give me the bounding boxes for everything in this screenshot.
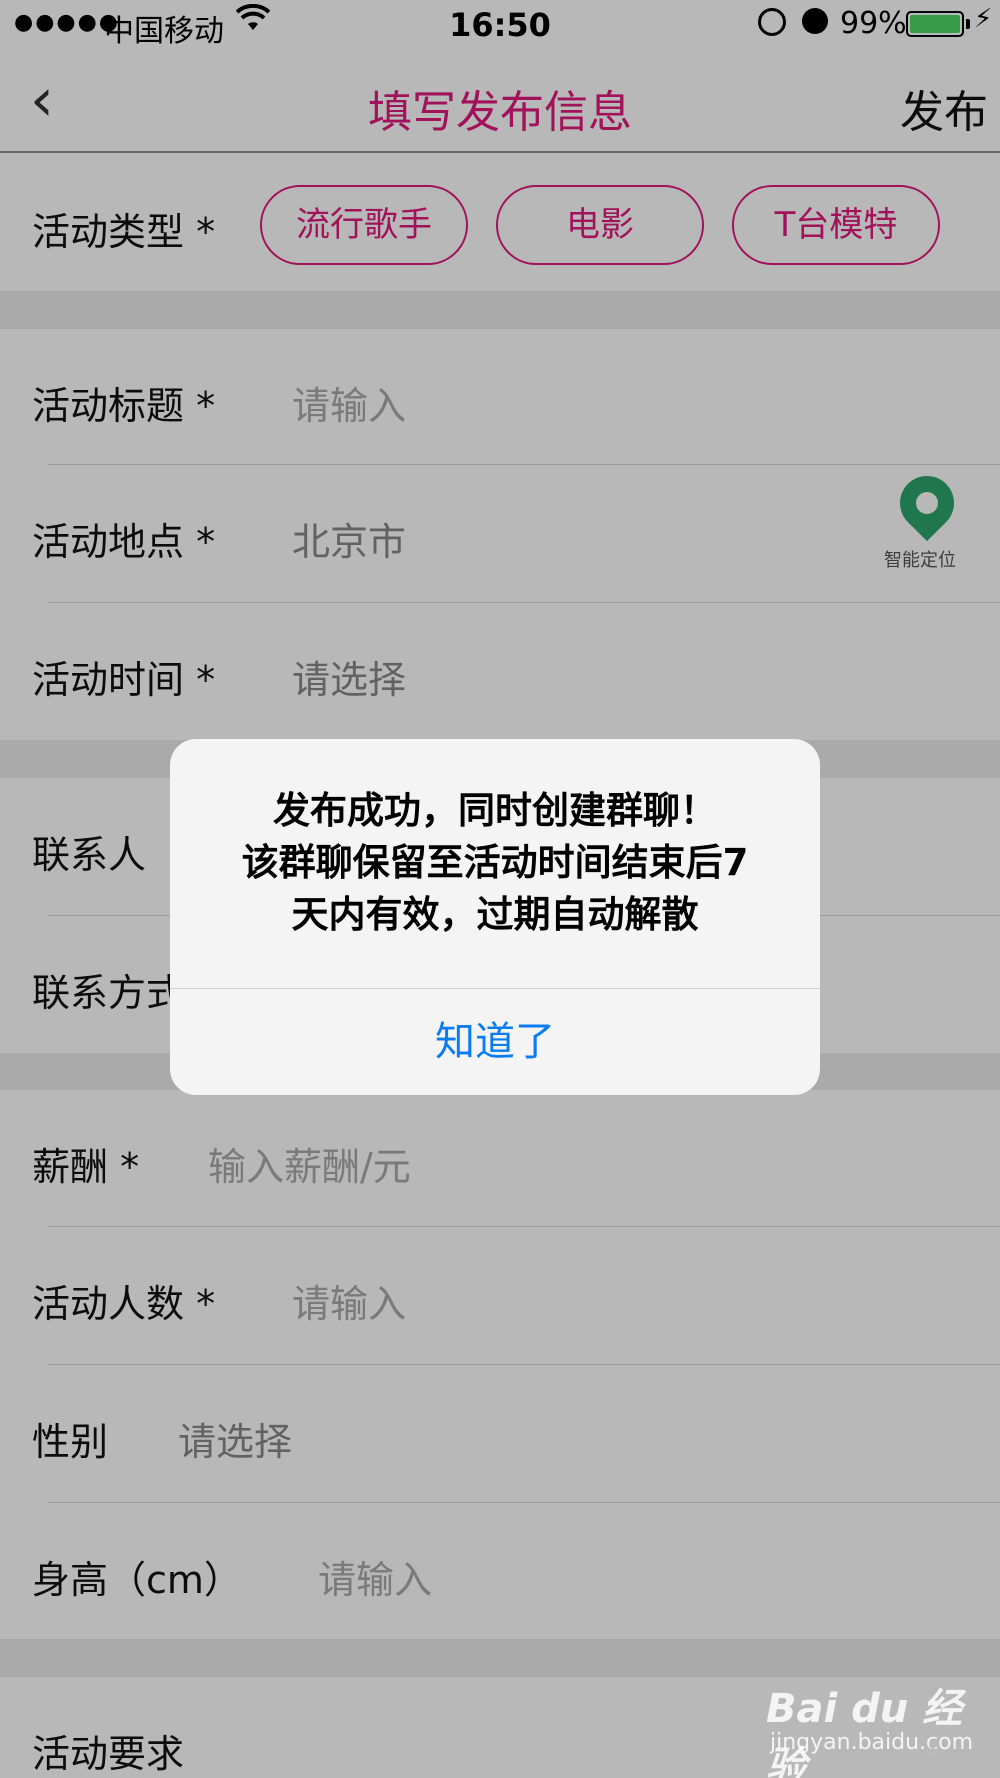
baidu-jingyan-watermark: Bai du 经验 jingyan.baidu.com › bbox=[766, 1676, 996, 1778]
watermark-site: jingyan.baidu.com bbox=[770, 1730, 974, 1755]
chevron-right-icon: › bbox=[926, 1730, 940, 1770]
watermark-logo: Bai du 经验 bbox=[766, 1686, 963, 1778]
success-alert-dialog: 发布成功，同时创建群聊！ 该群聊保留至活动时间结束后7 天内有效，过期自动解散 … bbox=[170, 739, 820, 1095]
alert-ok-button[interactable]: 知道了 bbox=[170, 989, 820, 1095]
alert-message: 发布成功，同时创建群聊！ 该群聊保留至活动时间结束后7 天内有效，过期自动解散 bbox=[170, 785, 820, 941]
alert-line-1: 发布成功，同时创建群聊！ bbox=[273, 789, 717, 832]
alert-line-3: 天内有效，过期自动解散 bbox=[291, 893, 699, 936]
alert-line-2: 该群聊保留至活动时间结束后7 bbox=[241, 841, 749, 884]
